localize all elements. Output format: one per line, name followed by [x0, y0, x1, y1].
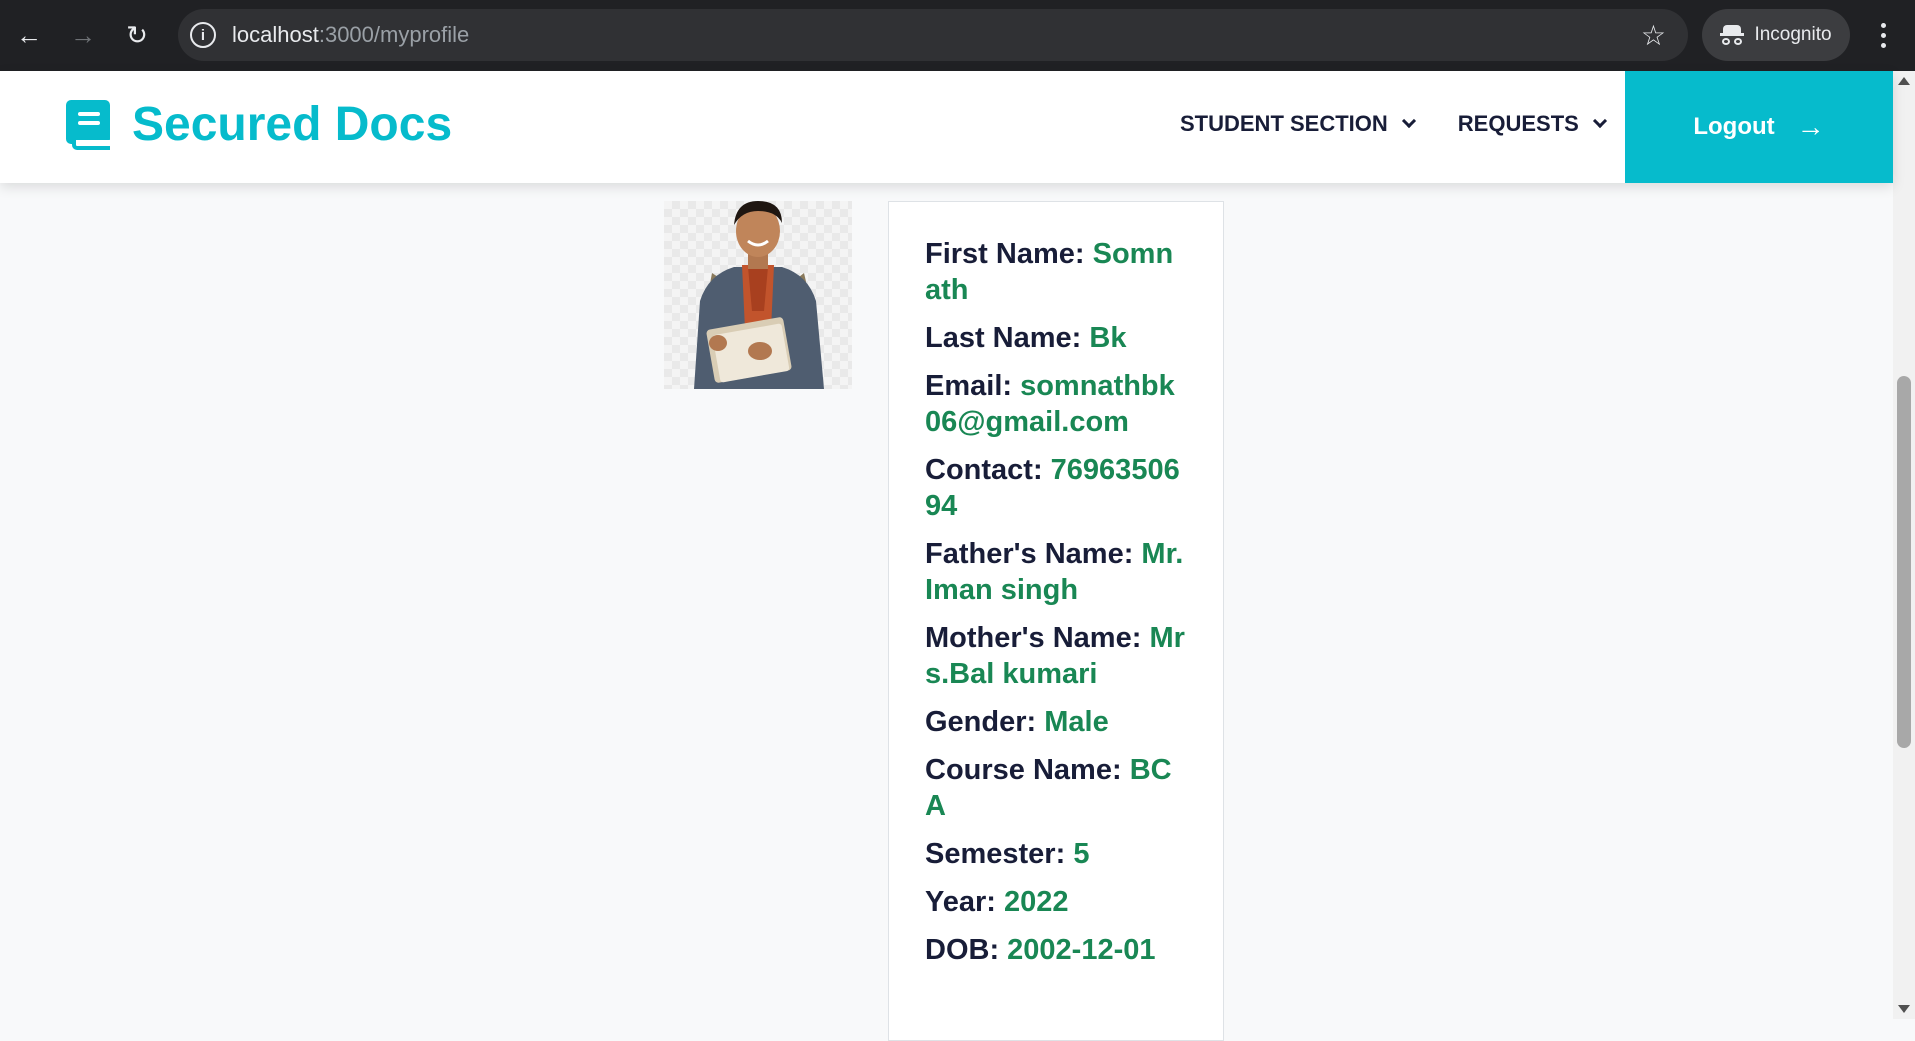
field-fathers-name: Father's Name: Mr.Iman singh [925, 536, 1187, 608]
incognito-icon [1720, 25, 1745, 45]
arrow-right-icon: → [1796, 111, 1825, 142]
field-label: First Name: [925, 238, 1085, 270]
browser-menu-icon[interactable] [1868, 10, 1898, 60]
scroll-up-arrow-icon[interactable] [1898, 77, 1910, 85]
bookmark-star-icon[interactable]: ☆ [1641, 19, 1666, 52]
field-label: Mother's Name: [925, 622, 1142, 654]
brand-title: Secured Docs [132, 98, 453, 151]
reload-icon[interactable]: ↻ [110, 9, 164, 63]
field-contact: Contact: 7696350694 [925, 452, 1187, 524]
app-navbar: Secured Docs STUDENT SECTION REQUESTS Lo… [0, 71, 1893, 183]
field-year: Year: 2022 [925, 884, 1187, 920]
field-value: Bk [1089, 322, 1127, 354]
back-arrow-icon[interactable]: ← [2, 9, 56, 63]
field-value: 2022 [1004, 886, 1069, 918]
field-label: Year: [925, 886, 996, 918]
field-last-name: Last Name: Bk [925, 320, 1187, 356]
nav-item-label: STUDENT SECTION [1180, 111, 1388, 136]
url-path: :3000/myprofile [318, 22, 470, 47]
nav-menu: STUDENT SECTION REQUESTS [1180, 111, 1607, 137]
site-info-icon[interactable]: i [190, 22, 216, 48]
brand-link[interactable]: Secured Docs [66, 97, 452, 152]
field-semester: Semester: 5 [925, 836, 1187, 872]
field-value: 5 [1073, 838, 1090, 870]
field-first-name: First Name: Somnath [925, 236, 1187, 308]
logout-label: Logout [1693, 113, 1775, 140]
logout-button[interactable]: Logout → [1625, 71, 1893, 183]
scroll-down-arrow-icon[interactable] [1898, 1005, 1910, 1013]
browser-toolbar: ← → ↻ i localhost:3000/myprofile ☆ Incog… [0, 0, 1915, 71]
scrollbar-thumb[interactable] [1897, 376, 1911, 748]
page-scrollbar[interactable] [1893, 71, 1915, 1019]
field-label: Last Name: [925, 322, 1082, 354]
student-avatar-illustration [694, 201, 824, 389]
profile-page: First Name: Somnath Last Name: Bk Email:… [0, 183, 1893, 1041]
field-dob: DOB: 2002-12-01 [925, 932, 1187, 968]
nav-requests-dropdown[interactable]: REQUESTS [1457, 111, 1607, 137]
nav-item-label: REQUESTS [1457, 111, 1579, 136]
url-host: localhost [232, 22, 319, 47]
book-icon [66, 99, 110, 150]
field-label: Course Name: [925, 754, 1122, 786]
forward-arrow-icon[interactable]: → [56, 9, 110, 63]
field-label: Contact: [925, 454, 1043, 486]
profile-photo [664, 201, 852, 389]
field-value: Male [1044, 706, 1109, 738]
address-bar[interactable]: i localhost:3000/myprofile ☆ [178, 9, 1688, 61]
incognito-indicator[interactable]: Incognito [1702, 9, 1850, 61]
field-email: Email: somnathbk06@gmail.com [925, 368, 1187, 440]
field-course-name: Course Name: BCA [925, 752, 1187, 824]
field-label: Gender: [925, 706, 1037, 738]
field-label: Semester: [925, 838, 1066, 870]
nav-student-section-dropdown[interactable]: STUDENT SECTION [1180, 111, 1416, 137]
field-label: Father's Name: [925, 538, 1134, 570]
field-label: Email: [925, 370, 1013, 402]
chevron-down-icon [1592, 113, 1607, 129]
incognito-label: Incognito [1754, 24, 1832, 45]
field-label: DOB: [925, 934, 1000, 966]
profile-details-card: First Name: Somnath Last Name: Bk Email:… [888, 201, 1224, 1041]
field-mothers-name: Mother's Name: Mrs.Bal kumari [925, 620, 1187, 692]
field-value: 2002-12-01 [1007, 934, 1156, 966]
field-gender: Gender: Male [925, 704, 1187, 740]
url-text[interactable]: localhost:3000/myprofile [232, 22, 469, 48]
chevron-down-icon [1401, 113, 1416, 129]
